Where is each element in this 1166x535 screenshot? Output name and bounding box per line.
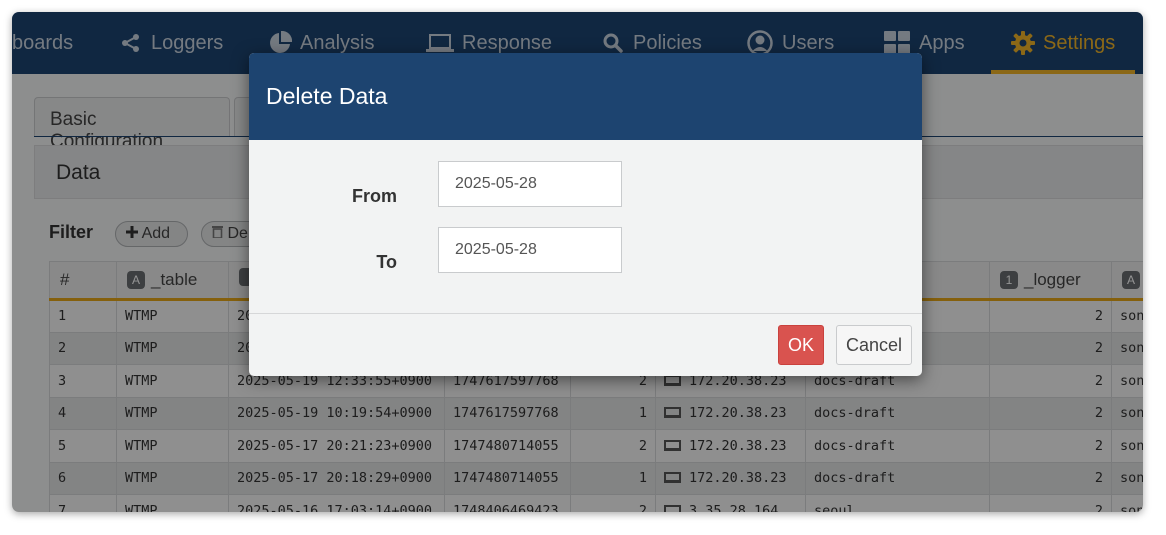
to-label: To xyxy=(376,252,397,272)
from-label: From xyxy=(352,186,397,206)
dialog-header: Delete Data xyxy=(249,53,922,140)
ok-button[interactable]: OK xyxy=(778,325,824,365)
cancel-button[interactable]: Cancel xyxy=(836,325,912,365)
to-date-input[interactable] xyxy=(438,227,622,273)
app-window: boards Loggers Analysis Response Policie… xyxy=(12,12,1143,512)
from-date-input[interactable] xyxy=(438,161,622,207)
dialog-footer-divider xyxy=(249,313,922,314)
delete-data-dialog: Delete Data From To OK Cancel xyxy=(249,53,922,376)
dialog-title: Delete Data xyxy=(266,83,388,109)
